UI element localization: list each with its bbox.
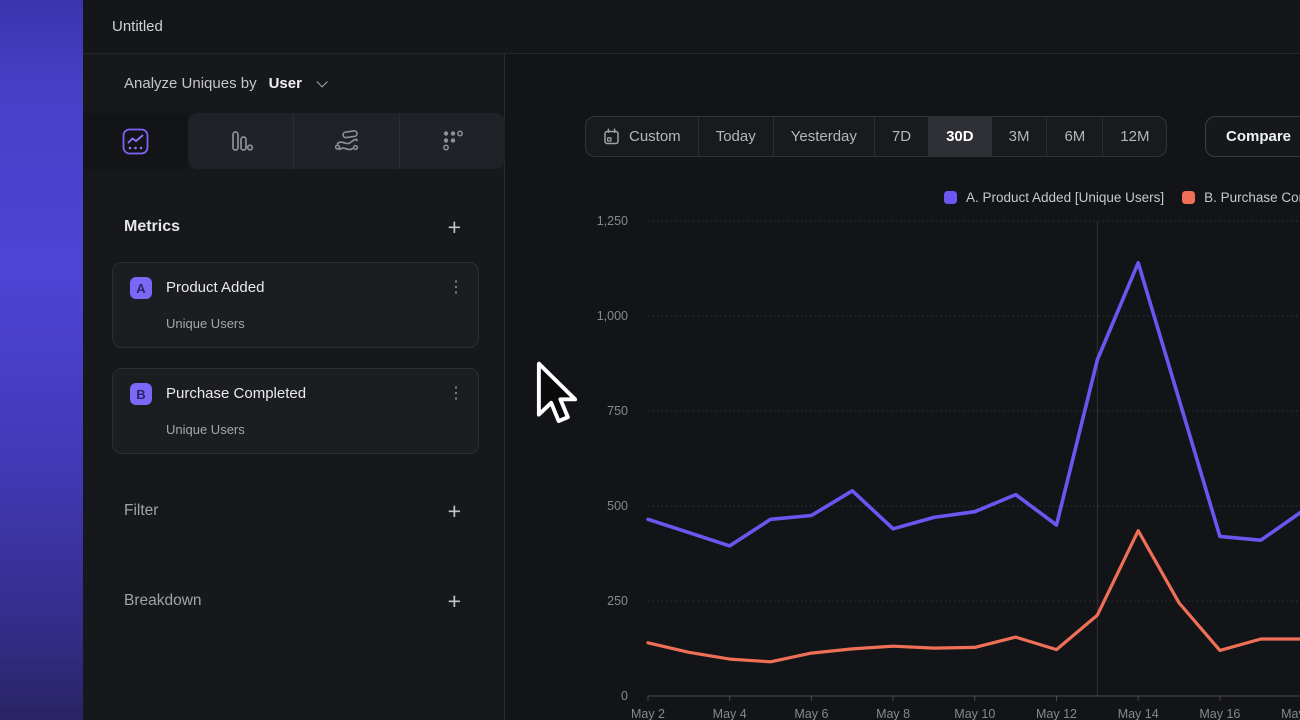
filter-section: Filter +	[83, 495, 505, 527]
x-axis-label: May 18	[1281, 707, 1300, 720]
time-range-selector: Custom Today Yesterday 7D 30D 3M 6M 12M	[585, 116, 1167, 157]
tab-flow-chart[interactable]	[293, 113, 399, 169]
calendar-icon	[603, 128, 620, 145]
time-range-option[interactable]: 7D	[874, 117, 928, 156]
y-axis-label: 500	[607, 499, 628, 513]
chart-type-tab-group	[188, 113, 505, 169]
breakdown-title: Breakdown	[124, 592, 202, 610]
config-sidebar: Analyze Uniques by User	[83, 54, 505, 720]
report-title[interactable]: Untitled	[112, 18, 163, 35]
x-axis-label: May 4	[713, 707, 747, 720]
x-axis-label: May 16	[1199, 707, 1240, 720]
filter-title: Filter	[124, 502, 158, 520]
metrics-title: Metrics	[124, 218, 180, 236]
time-range-option[interactable]: Yesterday	[773, 117, 874, 156]
breakdown-section: Breakdown +	[83, 585, 505, 617]
line-chart-canvas[interactable]: 0 250 500 750 1,000 1,250 May 2 May 4 May 6 May 8…	[505, 170, 1300, 720]
metric-subtitle[interactable]: Unique Users	[166, 422, 245, 437]
y-axis-label: 750	[607, 404, 628, 418]
left-gradient-strip	[0, 0, 83, 720]
tab-metrics-grid[interactable]	[399, 113, 505, 169]
time-range-option[interactable]: Custom	[586, 117, 698, 156]
metric-title: Product Added	[166, 279, 264, 296]
x-axis-label: May 14	[1118, 707, 1159, 720]
metric-subtitle[interactable]: Unique Users	[166, 316, 245, 331]
time-range-option[interactable]: 6M	[1046, 117, 1102, 156]
topbar: Untitled	[83, 0, 1300, 54]
metric-badge-b: B	[130, 383, 152, 405]
dots-grid-icon	[440, 128, 466, 154]
metric-options-kebab-icon[interactable]: ⋮	[448, 383, 464, 403]
metric-title: Purchase Completed	[166, 385, 306, 402]
add-metric-button[interactable]: +	[448, 217, 461, 237]
analyze-by-value-dropdown[interactable]: User	[269, 75, 302, 92]
flow-icon	[333, 128, 360, 155]
time-range-option[interactable]: 30D	[928, 117, 991, 156]
chevron-down-icon	[316, 76, 327, 87]
x-axis-label: May 2	[631, 707, 665, 720]
tab-insights-chart[interactable]	[83, 113, 188, 169]
y-axis-label: 0	[621, 689, 628, 703]
time-range-option[interactable]: 12M	[1102, 117, 1166, 156]
y-axis-label: 250	[607, 594, 628, 608]
analytics-app: Untitled Analyze Uniques by User	[0, 0, 1300, 720]
metric-card-b[interactable]: B Purchase Completed Unique Users ⋮	[112, 368, 479, 454]
time-range-option[interactable]: Today	[698, 117, 773, 156]
tab-bar-chart[interactable]	[188, 113, 293, 169]
bar-chart-icon	[228, 128, 254, 154]
x-axis-label: May 10	[954, 707, 995, 720]
metric-options-kebab-icon[interactable]: ⋮	[448, 277, 464, 297]
metric-badge-a: A	[130, 277, 152, 299]
y-axis-label: 1,000	[597, 309, 628, 323]
x-axis-label: May 6	[794, 707, 828, 720]
mouse-cursor	[533, 360, 580, 432]
metric-card-a[interactable]: A Product Added Unique Users ⋮	[112, 262, 479, 348]
add-breakdown-button[interactable]: +	[448, 591, 461, 611]
time-range-option[interactable]: 3M	[991, 117, 1047, 156]
analyze-by-row: Analyze Uniques by User	[83, 54, 504, 113]
compare-button[interactable]: Compare	[1205, 116, 1300, 157]
add-filter-button[interactable]: +	[448, 501, 461, 521]
series-line[interactable]	[648, 531, 1300, 662]
y-axis-label: 1,250	[597, 214, 628, 228]
x-axis-label: May 8	[876, 707, 910, 720]
metrics-header: Metrics +	[83, 211, 505, 243]
analyze-by-label: Analyze Uniques by	[124, 75, 257, 92]
x-axis-label: May 12	[1036, 707, 1077, 720]
line-chart-icon	[122, 128, 149, 155]
chart-type-tabs	[83, 113, 505, 169]
series-line[interactable]	[648, 263, 1300, 546]
